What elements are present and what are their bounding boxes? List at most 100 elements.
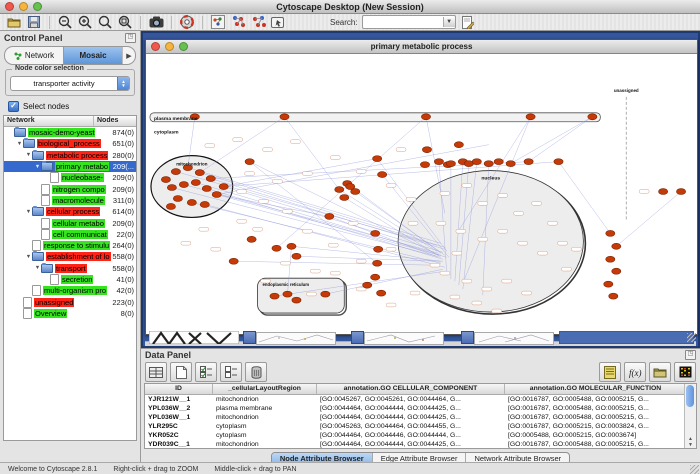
tab-network[interactable]: Network bbox=[5, 47, 63, 64]
search-dropdown-arrow-icon[interactable]: ▼ bbox=[443, 17, 455, 27]
tree-row-cell-communicat[interactable]: cell communicat22(0) bbox=[4, 229, 136, 240]
float-panel-icon[interactable]: ◳ bbox=[125, 33, 136, 43]
leaf-icon bbox=[41, 184, 50, 195]
search-input[interactable]: ▼ bbox=[362, 15, 456, 29]
network-canvas[interactable]: plasma membranecytoplasmmitochondrionnuc… bbox=[146, 54, 695, 333]
background-frame-thumbnail[interactable] bbox=[149, 331, 239, 344]
background-frame-thumbnail[interactable] bbox=[243, 331, 335, 344]
network-graph[interactable]: plasma membranecytoplasmmitochondrionnuc… bbox=[146, 54, 695, 333]
cytoscape-window: Cytoscape Desktop (New Session) Search: … bbox=[0, 0, 700, 474]
tree-row-transport[interactable]: ▼transport558(0) bbox=[4, 263, 136, 274]
annotation-icon[interactable] bbox=[460, 15, 476, 30]
import-attributes-icon[interactable] bbox=[649, 362, 671, 382]
scrollbar-arrows-icon[interactable]: ▲▼ bbox=[685, 436, 696, 448]
table-row[interactable]: YPL036W__1mitochondrion[GO:0044464, GO:0… bbox=[145, 413, 696, 422]
node-label bbox=[259, 199, 269, 203]
leaf-icon bbox=[50, 274, 59, 285]
leaf-icon bbox=[32, 285, 41, 296]
tree-row-nitrogen-compo[interactable]: nitrogen compo209(0) bbox=[4, 183, 136, 194]
float-data-panel-icon[interactable]: ◳ bbox=[685, 350, 696, 360]
tree-column-nodes[interactable]: Nodes bbox=[94, 116, 136, 126]
tree-row-overview[interactable]: Overview8(0) bbox=[4, 308, 136, 319]
window-title: Cytoscape Desktop (New Session) bbox=[0, 2, 700, 12]
tree-row-cellular-process[interactable]: ▼cellular process614(0) bbox=[4, 206, 136, 217]
scrollbar-thumb[interactable] bbox=[686, 385, 694, 407]
tab-overflow-arrow-icon[interactable]: ▶ bbox=[122, 47, 135, 64]
tree-row-metabolic-process[interactable]: ▼metabolic process280(0) bbox=[4, 150, 136, 161]
function-builder-icon[interactable]: f(x) bbox=[624, 362, 646, 382]
zoom-selected-icon[interactable] bbox=[117, 15, 133, 30]
background-frame-thumbnail[interactable] bbox=[461, 331, 553, 344]
help-icon[interactable] bbox=[179, 15, 195, 30]
disclosure-triangle-icon[interactable]: ▼ bbox=[25, 209, 32, 215]
table-column-header[interactable]: ID bbox=[145, 384, 213, 394]
background-frame-thumbnail[interactable] bbox=[351, 331, 443, 344]
zoom-fit-icon[interactable] bbox=[97, 15, 113, 30]
zoom-in-icon[interactable] bbox=[77, 15, 93, 30]
window-titlebar[interactable]: Cytoscape Desktop (New Session) bbox=[0, 0, 700, 14]
table-column-header[interactable]: _cellularLayoutRegion bbox=[213, 384, 317, 394]
tree-row-establishment-of-lo[interactable]: ▼establishment of lo558(0) bbox=[4, 251, 136, 262]
tree-row-secretion[interactable]: secretion41(0) bbox=[4, 274, 136, 285]
attribute-table-icon[interactable] bbox=[145, 362, 167, 382]
node-label bbox=[410, 291, 420, 295]
table-column-header[interactable]: annotation.GO CELLULAR_COMPONENT bbox=[317, 384, 505, 394]
tree-row-biological-process[interactable]: ▼biological_process651(0) bbox=[4, 138, 136, 149]
window-resize-grip[interactable] bbox=[690, 465, 699, 474]
search-field[interactable] bbox=[363, 16, 443, 28]
node-label bbox=[356, 259, 366, 263]
disclosure-triangle-icon[interactable]: ▼ bbox=[34, 265, 41, 271]
table-scrollbar[interactable]: ▲▼ bbox=[684, 384, 696, 448]
node-color-dropdown[interactable]: transporter activity ▲▼ bbox=[10, 76, 130, 91]
disclosure-triangle-icon[interactable]: ▼ bbox=[16, 141, 23, 147]
tree-row-cellular-metabo[interactable]: cellular metabo209(0) bbox=[4, 217, 136, 228]
apply-preferred-layout-icon[interactable] bbox=[230, 15, 246, 30]
tree-row-label: Overview bbox=[34, 309, 67, 318]
table-column-header[interactable]: annotation.GO MOLECULAR_FUNCTION bbox=[505, 384, 687, 394]
delete-attribute-icon[interactable] bbox=[245, 362, 267, 382]
table-row[interactable]: YPL036W__2plasma membrane[GO:0044464, GO… bbox=[145, 404, 696, 413]
disclosure-triangle-icon[interactable]: ▼ bbox=[34, 164, 41, 170]
select-attributes-icon[interactable] bbox=[195, 362, 217, 382]
tree-row-macromolecule[interactable]: macromolecule311(0) bbox=[4, 195, 136, 206]
attribute-matrix-icon[interactable] bbox=[674, 362, 696, 382]
table-row[interactable]: YJR121W__1mitochondrion[GO:0045267, GO:0… bbox=[145, 395, 696, 404]
table-row[interactable]: YKR052Ccytoplasm[GO:0044464, GO:0044446,… bbox=[145, 431, 696, 440]
save-icon[interactable] bbox=[26, 15, 42, 30]
new-attribute-icon[interactable] bbox=[170, 362, 192, 382]
tree-row-multi-organism-pro[interactable]: multi-organism pro42(0) bbox=[4, 285, 136, 296]
background-frame-thumbnail[interactable] bbox=[559, 331, 694, 344]
disclosure-triangle-icon[interactable]: ▼ bbox=[25, 254, 32, 260]
tree-row-response-to-stimulu[interactable]: response to stimulu264(0) bbox=[4, 240, 136, 251]
snapshot-icon[interactable] bbox=[148, 15, 164, 30]
network-desktop: primary metabolic process plasma membran… bbox=[141, 31, 700, 348]
tree-row-mosaic-demo-yeast[interactable]: mosaic-demo-yeast874(0) bbox=[4, 127, 136, 138]
disclosure-triangle-icon[interactable]: ▼ bbox=[25, 152, 32, 158]
tab-mosaic[interactable]: Mosaic bbox=[63, 47, 122, 64]
annotation-notes-icon[interactable] bbox=[599, 362, 621, 382]
table-row[interactable]: YLR295Ccytoplasm[GO:0045263, GO:0044464,… bbox=[145, 422, 696, 431]
create-network-view-icon[interactable] bbox=[210, 15, 226, 30]
tree-row-unassigned[interactable]: unassigned223(0) bbox=[4, 296, 136, 307]
network-view-titlebar[interactable]: primary metabolic process bbox=[146, 40, 697, 54]
network-tab-icon bbox=[14, 52, 22, 60]
destroy-network-view-icon[interactable] bbox=[250, 15, 266, 30]
network-tree-panel: Network Nodes mosaic-demo-yeast874(0)▼bi… bbox=[3, 115, 137, 441]
tree-row-primary-metabo[interactable]: ▼primary metabo209(... bbox=[4, 161, 136, 172]
tree-row-nucleobase-[interactable]: nucleobase-209(0) bbox=[4, 172, 136, 183]
frame-resize-grip[interactable] bbox=[687, 333, 696, 342]
node bbox=[494, 159, 503, 165]
select-nodes-checkbox[interactable]: ✓ bbox=[8, 101, 19, 112]
zoom-out-icon[interactable] bbox=[57, 15, 73, 30]
tree-row-node-count: 209(0) bbox=[112, 173, 136, 182]
folder-icon bbox=[32, 151, 44, 160]
folder-icon bbox=[41, 162, 53, 171]
network-view-frame[interactable]: primary metabolic process plasma membran… bbox=[145, 39, 698, 335]
node bbox=[292, 253, 301, 259]
select-mode-icon[interactable] bbox=[270, 15, 286, 30]
table-row[interactable]: YDR039C__1mitochondrion[GO:0044464, GO:0… bbox=[145, 440, 696, 449]
unselect-attributes-icon[interactable] bbox=[220, 362, 242, 382]
open-icon[interactable] bbox=[6, 15, 22, 30]
node-label bbox=[571, 247, 581, 251]
tree-column-network[interactable]: Network bbox=[4, 116, 94, 126]
